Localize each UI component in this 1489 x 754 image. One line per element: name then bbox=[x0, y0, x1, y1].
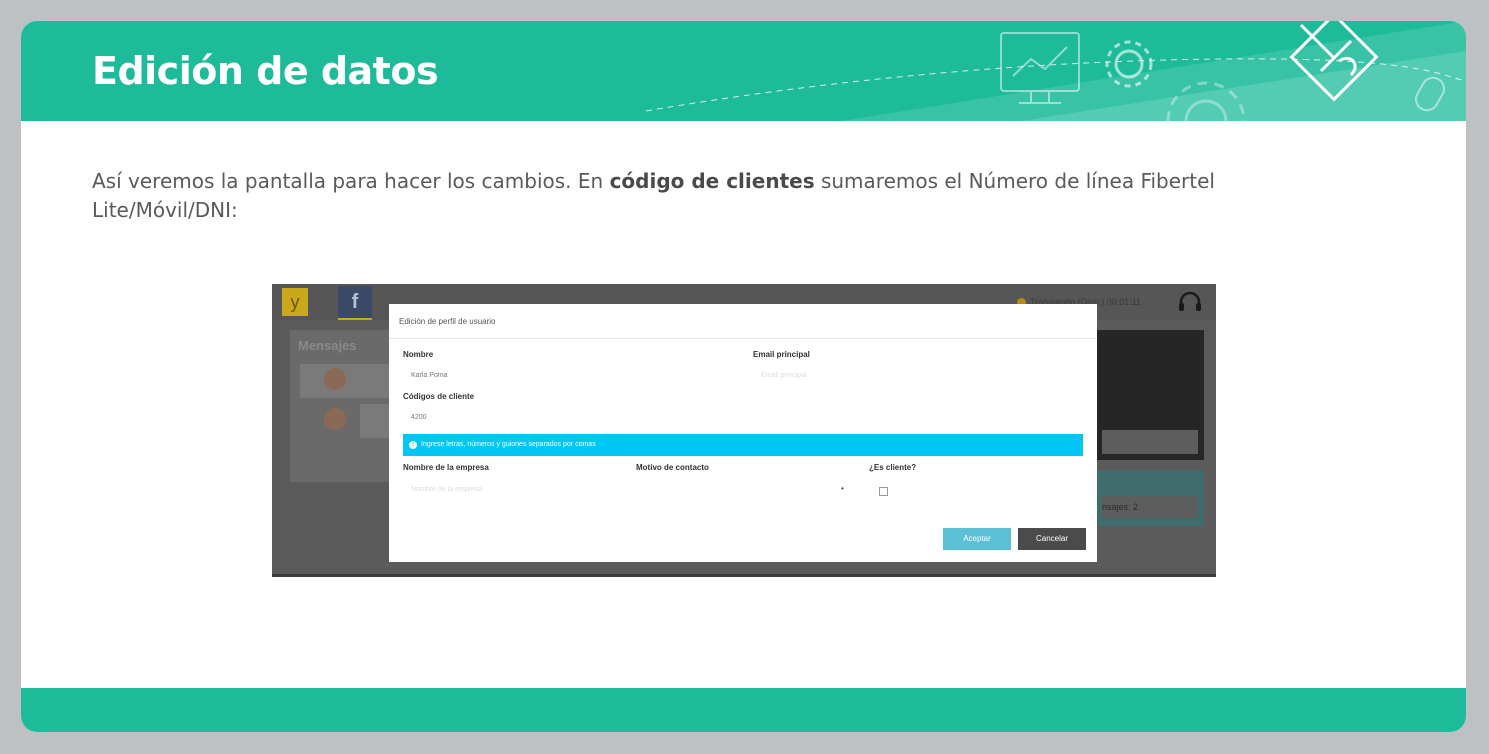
app-logo: y bbox=[282, 288, 308, 316]
es-cliente-checkbox[interactable] bbox=[879, 487, 888, 496]
info-icon: ! bbox=[409, 441, 417, 449]
nombre-label: Nombre bbox=[403, 350, 434, 359]
es-cliente-label: ¿Es cliente? bbox=[869, 463, 917, 472]
facebook-tab-icon[interactable]: f bbox=[338, 286, 372, 318]
avatar bbox=[324, 368, 346, 390]
slide-footer bbox=[21, 688, 1466, 732]
info-alert: ! Ingrese letras, números y guiones sepa… bbox=[403, 434, 1083, 456]
messages-count: nsajes: 2 bbox=[1102, 496, 1198, 518]
modal-header: Edición de perfil de usuario bbox=[389, 304, 1097, 339]
embedded-screenshot: y f Trabajando (Disp.) 00:01:11 Mensajes… bbox=[272, 284, 1216, 577]
active-tab-indicator bbox=[338, 318, 372, 320]
slide-card: Edición de datos Así veremos la pantalla… bbox=[21, 21, 1466, 732]
edit-profile-modal: Edición de perfil de usuario Nombre Karl… bbox=[389, 304, 1097, 562]
info-text: Ingrese letras, números y guiones separa… bbox=[421, 441, 596, 448]
intro-bold: código de clientes bbox=[609, 169, 815, 193]
message-item[interactable] bbox=[300, 364, 400, 398]
motivo-select[interactable]: • bbox=[841, 484, 844, 493]
contact-field bbox=[1102, 430, 1198, 454]
cancel-button[interactable]: Cancelar bbox=[1018, 528, 1086, 550]
empresa-input[interactable]: Nombre de la empresa bbox=[411, 486, 482, 493]
intro-text: Así veremos la pantalla para hacer los c… bbox=[92, 167, 1352, 225]
messages-panel-title: Mensajes bbox=[298, 338, 357, 353]
email-label: Email principal bbox=[753, 350, 810, 359]
slide-title: Edición de datos bbox=[92, 49, 439, 93]
messages-count-text: nsajes: 2 bbox=[1102, 502, 1139, 512]
intro-part-1: Así veremos la pantalla para hacer los c… bbox=[92, 169, 610, 193]
modal-title: Edición de perfil de usuario bbox=[399, 317, 496, 326]
codigos-input[interactable]: 4200 bbox=[411, 414, 427, 421]
headset-icon[interactable] bbox=[1177, 290, 1203, 314]
accept-button[interactable]: Aceptar bbox=[943, 528, 1011, 550]
slide-header: Edición de datos bbox=[21, 21, 1466, 121]
email-input[interactable]: Email principal bbox=[761, 372, 807, 379]
avatar bbox=[324, 408, 346, 430]
codigos-label: Códigos de cliente bbox=[403, 392, 475, 401]
motivo-label: Motivo de contacto bbox=[636, 463, 709, 472]
nombre-input[interactable]: Karla Poma bbox=[411, 372, 448, 379]
empresa-label: Nombre de la empresa bbox=[403, 463, 489, 472]
